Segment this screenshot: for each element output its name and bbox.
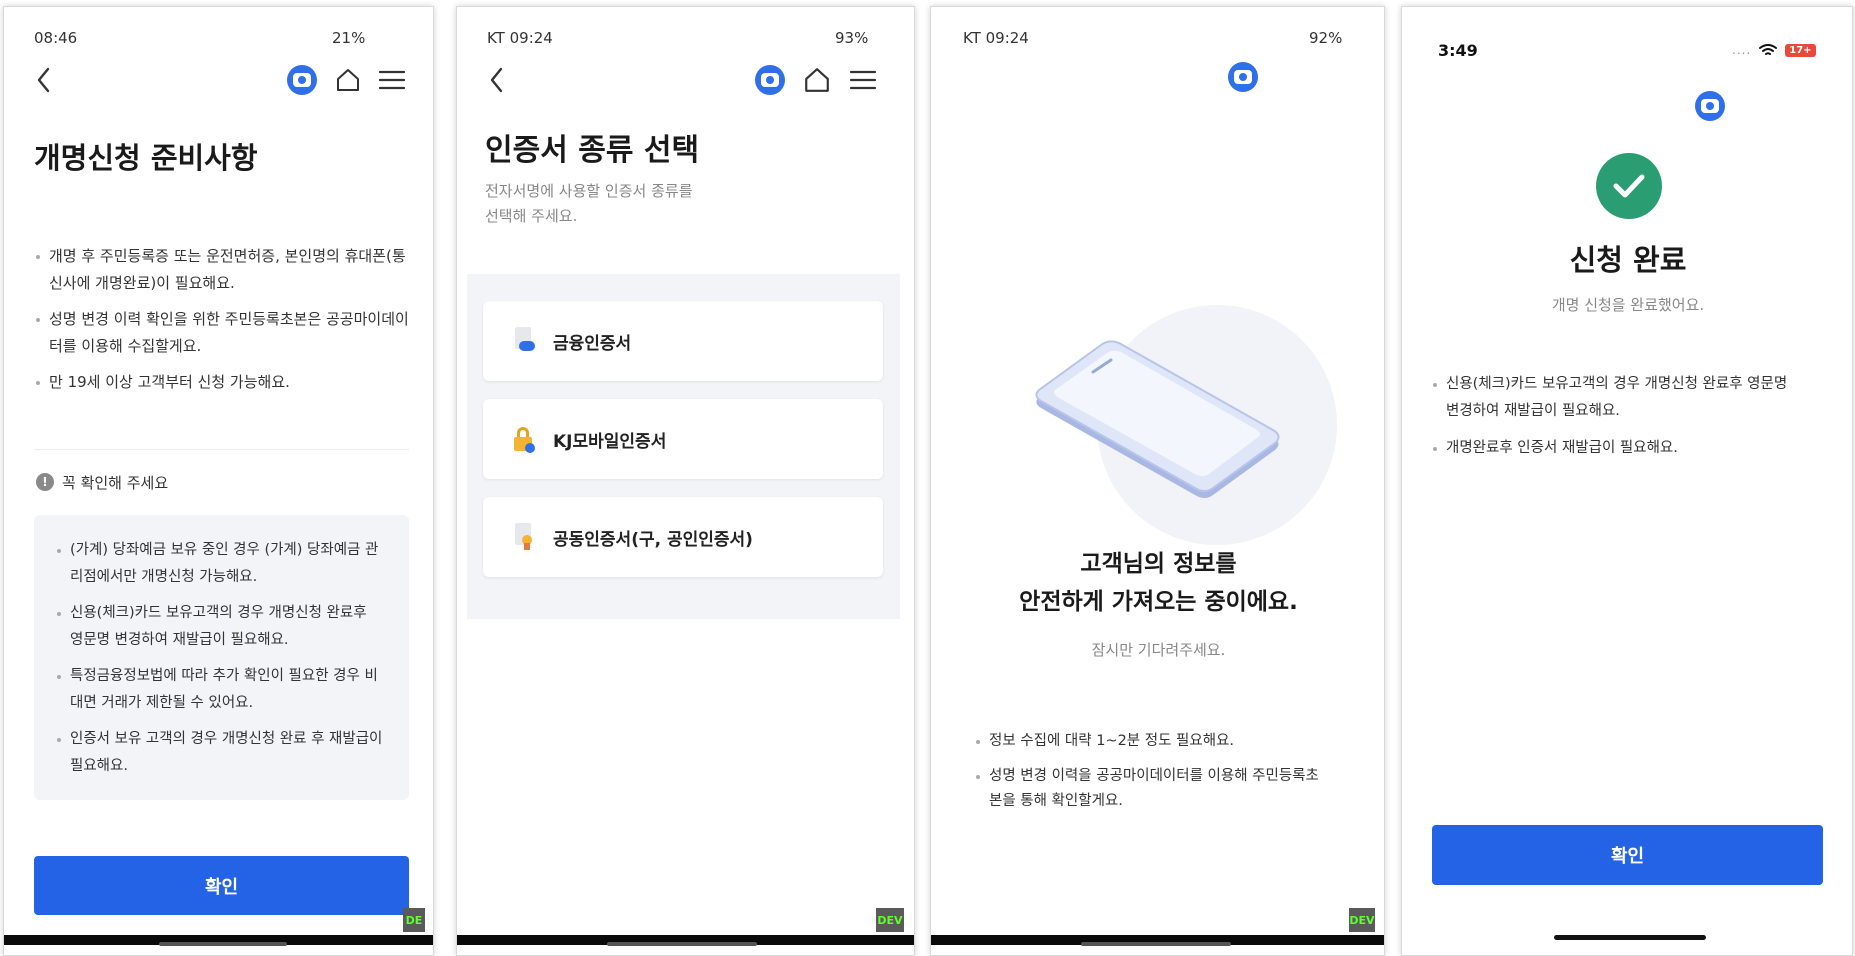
- back-button[interactable]: [485, 63, 509, 97]
- gesture-pill: [1081, 942, 1231, 946]
- screen-cert-select: KT 09:24 93% 인증서 종류 선택 전자서명에 사용할 인증서 종류를…: [456, 6, 915, 956]
- notice-item-cont: 필요해요.: [70, 758, 128, 774]
- confirm-button[interactable]: 확인: [34, 856, 409, 915]
- notice-item-cont: 영문명 변경하여 재발급이 필요해요.: [70, 632, 289, 648]
- list-item: 개명완료후 인증서 재발급이 필요해요.: [1433, 435, 1678, 462]
- menu-icon[interactable]: [379, 69, 405, 91]
- list-item-cont: 신사에 개명완료)이 필요해요.: [49, 274, 235, 292]
- list-item-cont: 변경하여 재발급이 필요해요.: [1446, 403, 1620, 419]
- status-battery: 93%: [835, 29, 869, 47]
- list-item-cont: 터를 이용해 수집할게요.: [49, 337, 202, 355]
- screen-complete: 3:49 .... 17+ 신청 완료 개명 신청을 완료했어요. 신용(체크)…: [1401, 6, 1853, 956]
- gesture-pill: [607, 942, 757, 946]
- status-time: 08:46: [34, 29, 78, 47]
- dev-tag: DEV: [876, 908, 904, 932]
- status-time: KT 09:24: [487, 29, 553, 47]
- note-item-cont: 본을 통해 확인할게요.: [989, 793, 1123, 809]
- notice-item: 특정금융정보법에 따라 추가 확인이 필요한 경우 비: [57, 663, 378, 690]
- chevron-left-icon: [37, 67, 50, 93]
- list-item: 신용(체크)카드 보유고객의 경우 개명신청 완료후 영문명: [1432, 371, 1787, 398]
- certificate-icon: [513, 523, 535, 551]
- screen-loading-info: KT 09:24 92% 고객님의 정보를 안전하게 가져오는 중이에요. 잠시…: [930, 6, 1385, 956]
- notice-item: (가계) 당좌예금 보유 중인 경우 (가계) 당좌예금 관: [56, 537, 378, 564]
- camera-icon[interactable]: [1695, 91, 1725, 121]
- wifi-icon: [1759, 43, 1778, 55]
- notice-box: (가계) 당좌예금 보유 중인 경우 (가계) 당좌예금 관 리점에서만 개명신…: [34, 515, 409, 800]
- notice-item: 신용(체크)카드 보유고객의 경우 개명신청 완료후: [57, 600, 367, 627]
- notice-item: 인증서 보유 고객의 경우 개명신청 완료 후 재발급이: [56, 726, 382, 753]
- divider: [34, 449, 409, 450]
- page-title: 인증서 종류 선택: [485, 133, 700, 168]
- list-item: 성명 변경 이력 확인을 위한 주민등록초본은 공공마이데이: [36, 306, 409, 333]
- gesture-pill: [159, 942, 287, 946]
- camera-icon[interactable]: [1228, 62, 1258, 92]
- status-time: KT 09:24: [963, 29, 1029, 47]
- home-indicator: [1554, 935, 1706, 940]
- cert-option-kj-mobile[interactable]: KJ모바일인증서: [483, 399, 883, 479]
- subtitle: 전자서명에 사용할 인증서 종류를 선택해 주세요.: [485, 179, 693, 229]
- signal-dots: ....: [1732, 43, 1752, 57]
- lock-icon: [513, 425, 535, 453]
- home-icon[interactable]: [803, 66, 831, 94]
- dev-tag: DE: [403, 908, 425, 932]
- dev-tag: DEV: [1349, 908, 1375, 932]
- camera-icon[interactable]: [287, 65, 317, 95]
- subtext: 잠시만 기다려주세요.: [1091, 641, 1226, 659]
- list-item: 개명 후 주민등록증 또는 운전면허증, 본인명의 휴대폰(통: [36, 243, 406, 270]
- notice-title: 꼭 확인해 주세요: [62, 474, 169, 492]
- cloud-document-icon: [513, 327, 535, 355]
- list-item: 만 19세 이상 고객부터 신청 가능해요.: [36, 369, 290, 396]
- subtext: 개명 신청을 완료했어요.: [1551, 296, 1705, 314]
- phone-illustration: [1035, 340, 1280, 498]
- cert-list: 금융인증서 KJ모바일인증서 공동인증서(구, 공인인증서): [467, 274, 900, 619]
- confirm-button[interactable]: 확인: [1432, 825, 1823, 885]
- subtitle-line: 전자서명에 사용할 인증서 종류를: [485, 182, 693, 200]
- cert-label: KJ모바일인증서: [553, 431, 667, 452]
- page-title: 신청 완료: [1569, 243, 1687, 277]
- notice-item-cont: 대면 거래가 제한될 수 있어요.: [70, 695, 254, 711]
- info-icon: !: [36, 473, 54, 491]
- status-battery: 92%: [1309, 29, 1343, 47]
- headline-line: 고객님의 정보를: [1080, 551, 1237, 577]
- chevron-left-icon: [490, 67, 503, 93]
- cert-option-financial[interactable]: 금융인증서: [483, 301, 883, 381]
- headline-line: 안전하게 가져오는 중이에요.: [1019, 589, 1298, 615]
- status-battery: 21%: [332, 29, 366, 47]
- screen-rename-preparation: 08:46 21% 개명신청 준비사항 개명 후 주민등록증 또는 운전면허증,…: [3, 6, 434, 956]
- camera-icon[interactable]: [755, 65, 785, 95]
- status-indicators: .... 17+: [1732, 43, 1816, 57]
- home-icon[interactable]: [335, 67, 361, 93]
- status-time: 3:49: [1438, 41, 1478, 60]
- check-circle-icon: [1596, 153, 1662, 219]
- notice-item-cont: 리점에서만 개명신청 가능해요.: [70, 569, 258, 585]
- cert-label: 금융인증서: [553, 333, 632, 354]
- page-title: 개명신청 준비사항: [34, 141, 258, 175]
- back-button[interactable]: [32, 63, 56, 97]
- headline: 고객님의 정보를 안전하게 가져오는 중이에요.: [931, 545, 1384, 621]
- menu-icon[interactable]: [849, 69, 877, 91]
- cert-option-joint[interactable]: 공동인증서(구, 공인인증서): [483, 497, 883, 577]
- cert-label: 공동인증서(구, 공인인증서): [553, 529, 753, 550]
- note-item: 성명 변경 이력을 공공마이데이터를 이용해 주민등록초: [976, 763, 1319, 790]
- battery-icon: 17+: [1785, 43, 1816, 57]
- subtitle-line: 선택해 주세요.: [485, 207, 578, 225]
- note-item: 정보 수집에 대략 1~2분 정도 필요해요.: [975, 728, 1234, 755]
